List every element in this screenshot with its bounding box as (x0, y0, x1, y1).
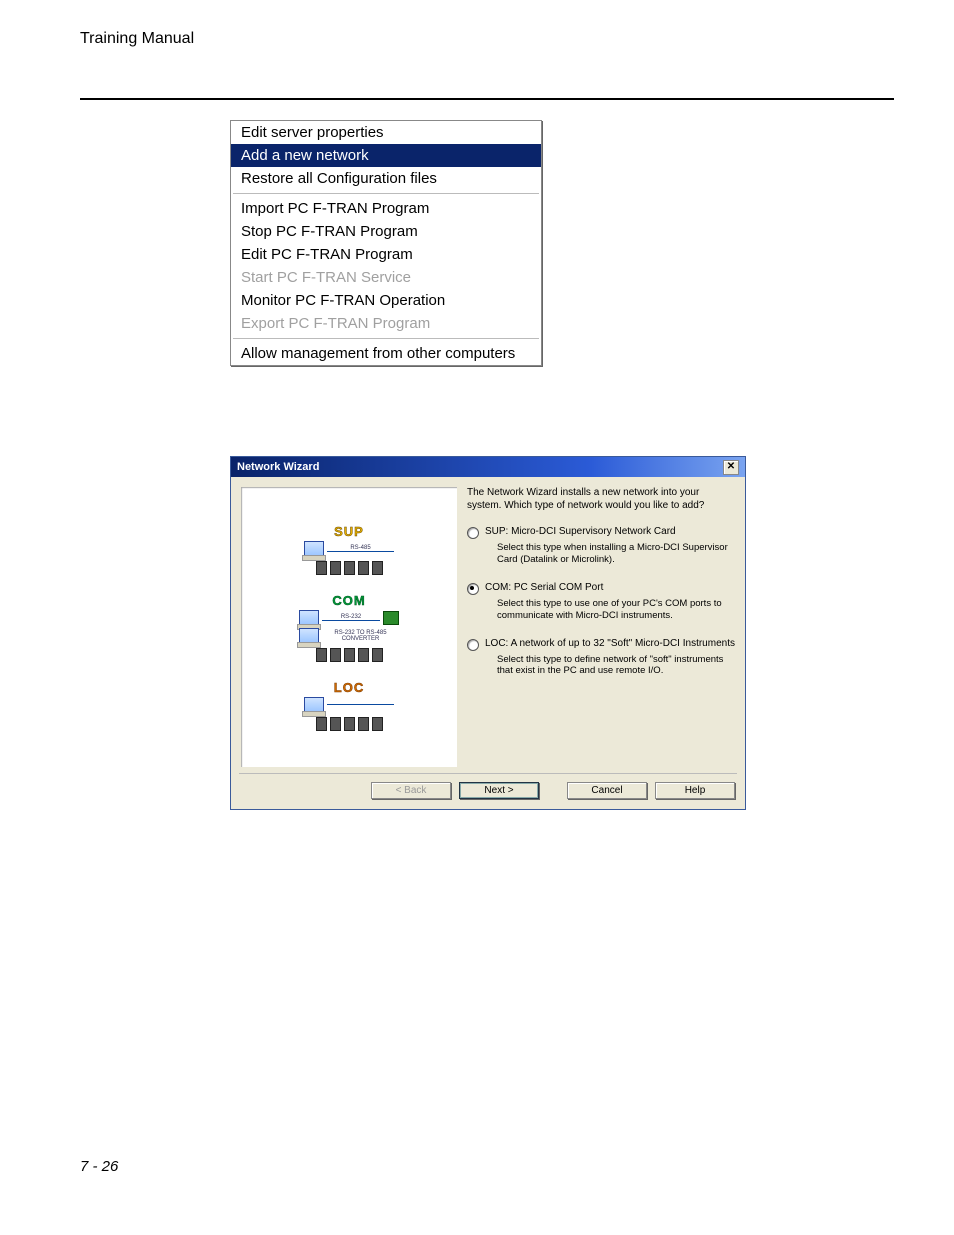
menu-item-restore-config[interactable]: Restore all Configuration files (231, 167, 541, 190)
illustration-com: COM RS-232 RS-232 TO R (299, 593, 399, 662)
menu-item-add-network[interactable]: Add a new network (231, 144, 541, 167)
radio-icon (467, 639, 479, 651)
pc-icon (299, 628, 319, 644)
radio-sup[interactable]: SUP: Micro-DCI Supervisory Network Card (467, 526, 735, 539)
illustration-com-label: COM (332, 593, 365, 608)
cancel-button[interactable]: Cancel (567, 782, 647, 799)
menu-item-start-ftran-service: Start PC F-TRAN Service (231, 266, 541, 289)
page-footer: 7 - 26 (80, 1158, 118, 1175)
menu-item-edit-ftran[interactable]: Edit PC F-TRAN Program (231, 243, 541, 266)
page-header: Training Manual (80, 30, 894, 48)
radio-com-desc: Select this type to use one of your PC's… (497, 598, 735, 622)
wizard-illustration: SUP RS-485 (241, 487, 457, 767)
converter-label: RS-232 TO RS-485 CONVERTER (322, 630, 399, 642)
radio-loc-label: LOC: A network of up to 32 "Soft" Micro-… (485, 638, 735, 651)
radio-loc[interactable]: LOC: A network of up to 32 "Soft" Micro-… (467, 638, 735, 651)
menu-separator (233, 338, 539, 339)
radio-com-label: COM: PC Serial COM Port (485, 582, 603, 595)
header-rule (80, 98, 894, 100)
illustration-sup-label: SUP (334, 524, 364, 539)
radio-sup-label: SUP: Micro-DCI Supervisory Network Card (485, 526, 676, 539)
radio-icon (467, 583, 479, 595)
pc-icon (304, 697, 324, 713)
menu-item-edit-server[interactable]: Edit server properties (231, 121, 541, 144)
illustration-sup: SUP RS-485 (304, 524, 394, 575)
menu-item-export-ftran: Export PC F-TRAN Program (231, 312, 541, 335)
pc-icon (304, 541, 324, 557)
wizard-title-text: Network Wizard (237, 461, 319, 473)
pc-icon (299, 610, 319, 626)
illustration-loc-label: LOC (334, 680, 364, 695)
context-menu: Edit server properties Add a new network… (230, 120, 542, 366)
radio-loc-desc: Select this type to define network of "s… (497, 654, 735, 678)
converter-icon (383, 611, 399, 625)
menu-item-import-ftran[interactable]: Import PC F-TRAN Program (231, 197, 541, 220)
close-icon[interactable]: ✕ (723, 460, 739, 475)
next-button[interactable]: Next > (459, 782, 539, 799)
network-wizard-dialog: Network Wizard ✕ SUP RS-485 (230, 456, 746, 810)
illustration-loc: LOC (304, 680, 394, 731)
menu-item-stop-ftran[interactable]: Stop PC F-TRAN Program (231, 220, 541, 243)
help-button[interactable]: Help (655, 782, 735, 799)
back-button: < Back (371, 782, 451, 799)
radio-icon (467, 527, 479, 539)
menu-item-allow-mgmt[interactable]: Allow management from other computers (231, 342, 541, 365)
menu-separator (233, 193, 539, 194)
radio-com[interactable]: COM: PC Serial COM Port (467, 582, 735, 595)
radio-sup-desc: Select this type when installing a Micro… (497, 542, 735, 566)
wizard-intro-text: The Network Wizard installs a new networ… (467, 487, 735, 512)
wizard-titlebar: Network Wizard ✕ (231, 457, 745, 477)
menu-item-monitor-ftran[interactable]: Monitor PC F-TRAN Operation (231, 289, 541, 312)
